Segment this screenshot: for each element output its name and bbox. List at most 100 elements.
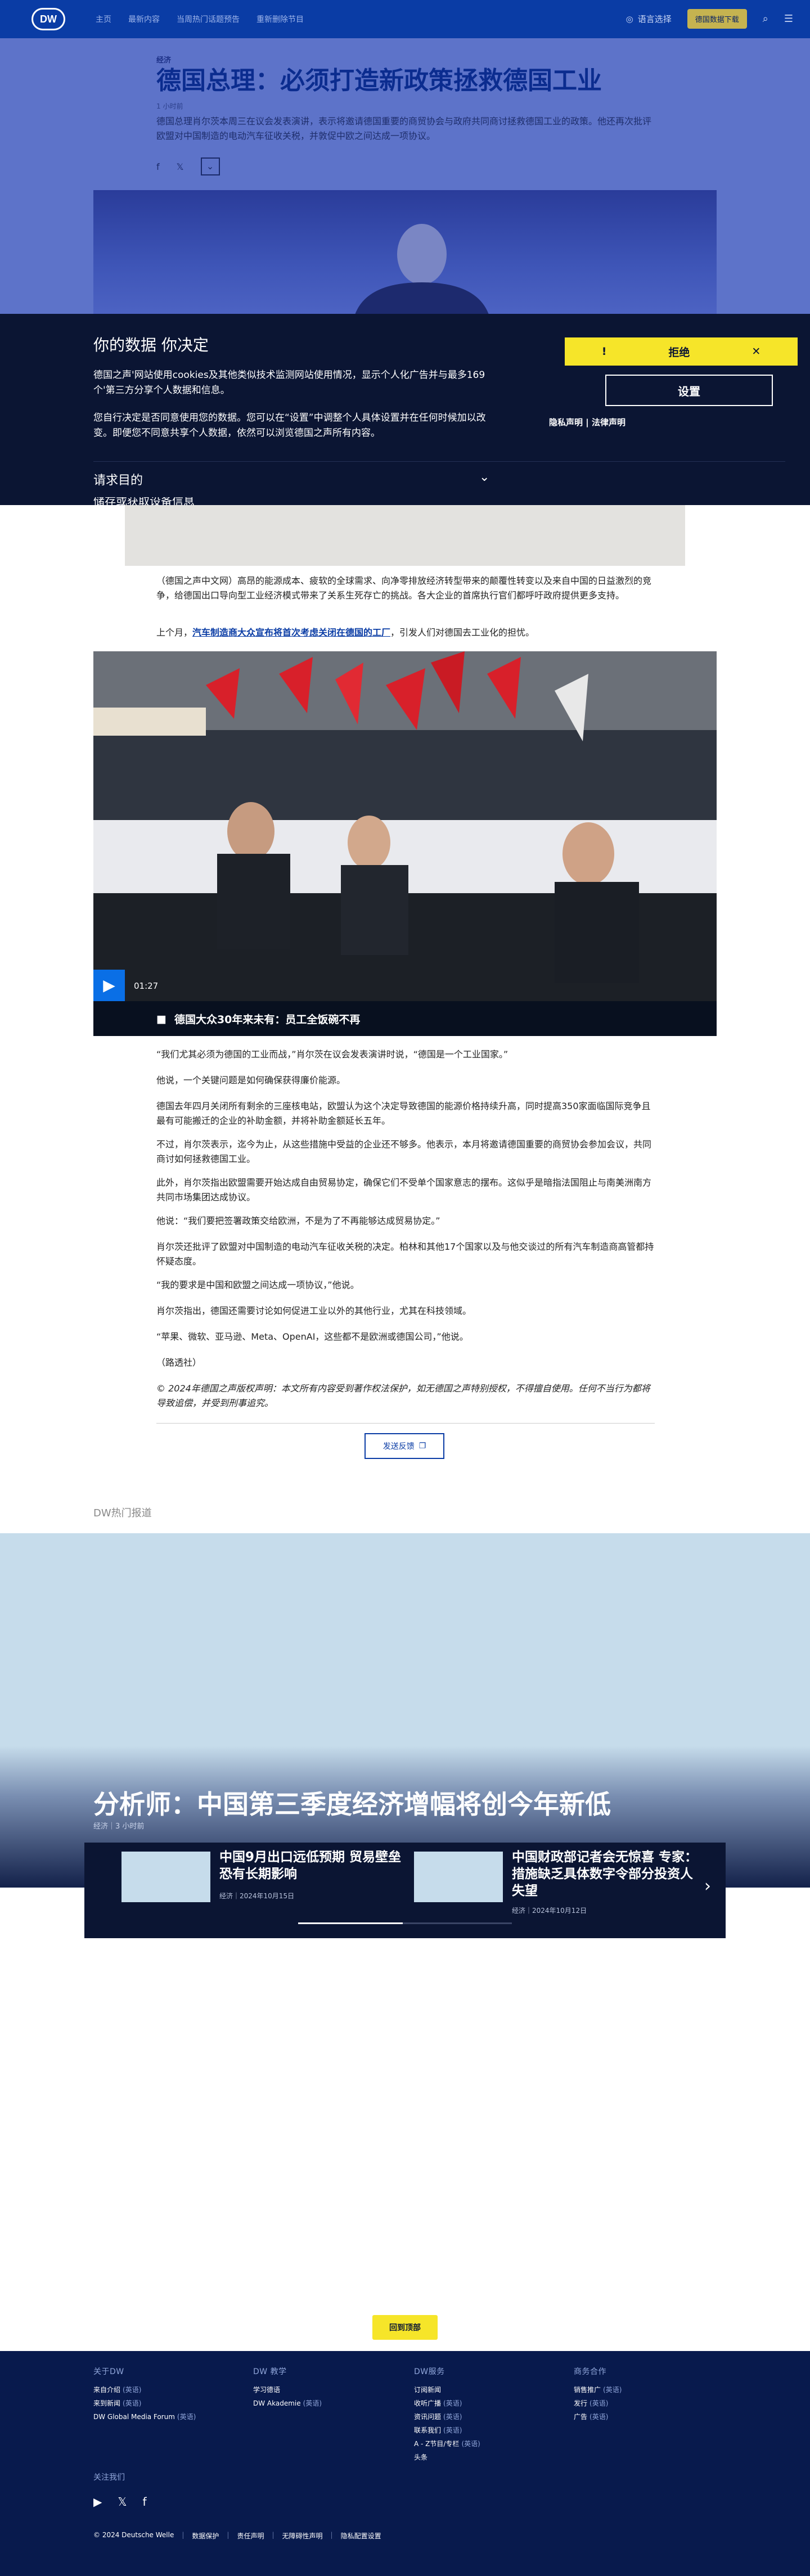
copyright-text: © 2024 Deutsche Welle [93,2531,174,2539]
app-download-button[interactable]: 德国数据下载 [687,9,747,29]
settings-button[interactable]: 设置 [605,375,773,406]
footer-link-lang: (英语) [590,2399,609,2407]
article-paragraph: “我们尤其必须为德国的工业而战，”肖尔茨在议会发表演讲时说，“德国是一个工业国家… [156,1049,508,1060]
popular-hero-title[interactable]: 分析师：中国第三季度经济增幅将创今年新低 [93,1784,611,1821]
carousel-progress-fill [298,1922,403,1924]
cookie-title: 你的数据 你决定 [93,336,209,354]
footer-bottom-link[interactable]: 责任声明 [237,2531,264,2541]
footer-link-label: 广告 [574,2413,588,2421]
footer-link-label: 联系我们 [414,2426,442,2434]
footer-link[interactable]: 订阅新闻 [414,2385,480,2394]
dw-logo[interactable]: DW [32,8,65,30]
chevron-down-icon[interactable]: ⌄ [200,157,220,175]
carousel-item-title[interactable]: 中国9月出口远低预期 贸易壁垒恐有长期影响 [219,1849,405,1883]
youtube-icon[interactable]: ▶ [93,2495,102,2509]
copy-icon: ❐ [418,1442,426,1451]
footer-link[interactable]: A - Z节目/专栏 (英语) [414,2439,480,2448]
article-title: 德国总理：必须打造新政策拯救德国工业 [156,66,602,95]
privacy-link[interactable]: 隐私声明 [549,417,583,427]
copyright-notice: © 2024年德国之声版权声明：本文所有内容受到著作权法保护，如无德国之声特别授… [156,1383,650,1408]
search-icon[interactable]: ⌕ [763,13,768,25]
back-to-top-button[interactable]: 回到顶部 [372,2315,438,2340]
footer-link-lang: (英语) [443,2426,462,2434]
footer-link-lang: (英语) [590,2413,609,2421]
video-camera-icon: ■ [156,1012,166,1025]
footer-link-lang: (英语) [123,2399,142,2407]
popular-hero-image[interactable] [0,1533,810,1888]
carousel-thumbnail[interactable] [414,1852,503,1902]
footer-link-label: 销售推广 [574,2386,601,2394]
site-header: DW 主页 最新内容 当周热门话题预告 重新删除节目 ◎ 语言选择 德国数据下载… [0,0,810,38]
footer-link-label: 头条 [414,2453,428,2461]
article-category[interactable]: 经济 [156,54,171,65]
footer-column: 商务合作 销售推广 (英语) 发行 (英语) 广告 (英语) [574,2366,622,2425]
reject-label: 拒绝 [668,346,690,359]
protest-photo [93,651,717,1001]
article-paragraph: “苹果、微软、亚马逊、Meta、OpenAI，这些都不是欧洲或德国公司，”他说。 [156,1331,469,1342]
facebook-icon[interactable]: f [143,2495,147,2509]
legal-link[interactable]: 法律声明 [592,417,626,427]
video-caption[interactable]: ■ 德国大众30年来未有：员工全饭碗不再 [156,1011,360,1026]
divider [93,461,785,462]
footer-link-lang: (英语) [303,2399,322,2407]
chevron-down-icon[interactable]: ⌄ [479,470,489,484]
footer-link[interactable]: DW Akademie (英语) [253,2398,322,2408]
footer-link[interactable]: 广告 (英语) [574,2412,622,2421]
footer-link[interactable]: 资讯问题 (英语) [414,2412,480,2421]
nav-item[interactable]: 最新内容 [128,13,160,25]
link-separator: | [586,417,592,427]
footer-link-label: 发行 [574,2399,588,2407]
carousel-item-title[interactable]: 中国财政部记者会无惊喜 专家：措施缺乏具体数字令部分投资人失望 [512,1849,698,1900]
footer-link[interactable]: 收听广播 (英语) [414,2398,480,2408]
footer-bottom-link[interactable]: 数据保护 [192,2531,219,2541]
popular-hero-meta: 经济｜3 小时前 [93,1822,145,1831]
feedback-button[interactable]: 发送反馈 ❐ [364,1433,444,1459]
article-paragraph: 德国去年四月关闭所有剩余的三座核电站，欧盟认为这个决定导致德国的能源价格持续升高… [156,1101,651,1126]
share-bar: f 𝕏 ⌄ [156,157,220,175]
footer-link-label: 订阅新闻 [414,2386,442,2394]
top-nav: 主页 最新内容 当周热门话题预告 重新删除节目 [96,13,304,25]
article-paragraph: （德国之声中文网）高昂的能源成本、疲软的全球需求、向净零排放经济转型带来的颠覆性… [156,575,652,601]
footer-bottom-links: © 2024 Deutsche Welle | 数据保护 | 责任声明 | 无障… [93,2531,381,2541]
footer-link[interactable]: 发行 (英语) [574,2398,622,2408]
x-icon[interactable]: 𝕏 [118,2495,127,2509]
footer-link[interactable]: 学习德语 [253,2385,322,2394]
footer-column-heading: DW服务 [414,2367,445,2376]
footer-link-label: 资讯问题 [414,2413,442,2421]
article-source: （路透社） [156,1357,202,1368]
facebook-icon[interactable]: f [156,161,160,172]
cookie-links: 隐私声明 | 法律声明 [549,416,626,428]
footer-column-heading: 关于DW [93,2367,124,2376]
purposes-accordion[interactable]: 请求目的 [93,470,143,488]
header-actions: ◎ 语言选择 德国数据下载 ⌕ ☰ [626,9,793,29]
reject-button[interactable]: ! 拒绝 ✕ [565,337,798,366]
footer-link-label: DW Akademie [253,2399,301,2407]
article-link[interactable]: 汽车制造商大众宣布将首次考虑关闭在德国的工厂 [192,627,390,638]
footer-bottom-link[interactable]: 隐私配置设置 [341,2531,381,2541]
separator: | [182,2531,184,2539]
play-button[interactable]: ▶ [93,970,125,1001]
footer-link-lang: (英语) [443,2399,462,2407]
article-paragraph: 此外，肖尔茨指出欧盟需要开始达成自由贸易协定，确保它们不受单个国家意志的摆布。这… [156,1177,652,1203]
footer-link[interactable]: 来自介绍 (英语) [93,2385,196,2394]
footer-link[interactable]: 销售推广 (英语) [574,2385,622,2394]
nav-item[interactable]: 重新删除节目 [256,13,304,25]
footer-link-label: DW Global Media Forum [93,2413,175,2421]
carousel-thumbnail[interactable] [122,1852,210,1902]
separator: | [330,2531,333,2539]
language-selector[interactable]: ◎ 语言选择 [626,13,672,25]
footer-link[interactable]: 头条 [414,2452,480,2462]
nav-item[interactable]: 主页 [96,13,111,25]
menu-icon[interactable]: ☰ [784,13,793,25]
nav-item[interactable]: 当周热门话题预告 [177,13,240,25]
footer-link-label: 收听广播 [414,2399,442,2407]
footer-link[interactable]: 来到新闻 (英语) [93,2398,196,2408]
x-icon[interactable]: 𝕏 [177,161,184,172]
video-thumbnail[interactable] [93,651,717,1001]
separator: | [227,2531,230,2539]
footer-bottom-link[interactable]: 无障碍性声明 [282,2531,323,2541]
chevron-right-icon[interactable]: › [704,1876,711,1896]
footer-link-lang: (英语) [461,2440,480,2448]
footer-link[interactable]: DW Global Media Forum (英语) [93,2412,196,2421]
footer-link[interactable]: 联系我们 (英语) [414,2425,480,2435]
